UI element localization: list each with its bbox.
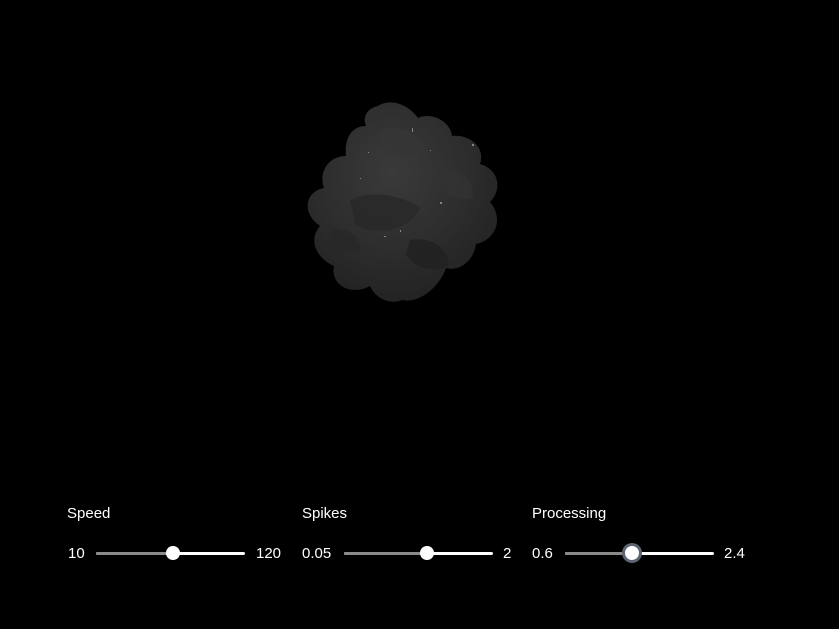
processing-slider-thumb[interactable] [625,546,640,560]
processing-slider-inactive-track [565,552,633,555]
slider-controls: Speed 10 120 Spikes 0.05 2 Processing 0.… [0,0,839,629]
processing-min-label: 0.6 [532,545,553,562]
stage: Speed 10 120 Spikes 0.05 2 Processing 0.… [0,0,839,629]
processing-control: Processing 0.6 2.4 [0,0,780,629]
processing-label: Processing [532,505,607,522]
processing-slider[interactable] [565,546,714,560]
processing-max-label: 2.4 [724,545,745,562]
